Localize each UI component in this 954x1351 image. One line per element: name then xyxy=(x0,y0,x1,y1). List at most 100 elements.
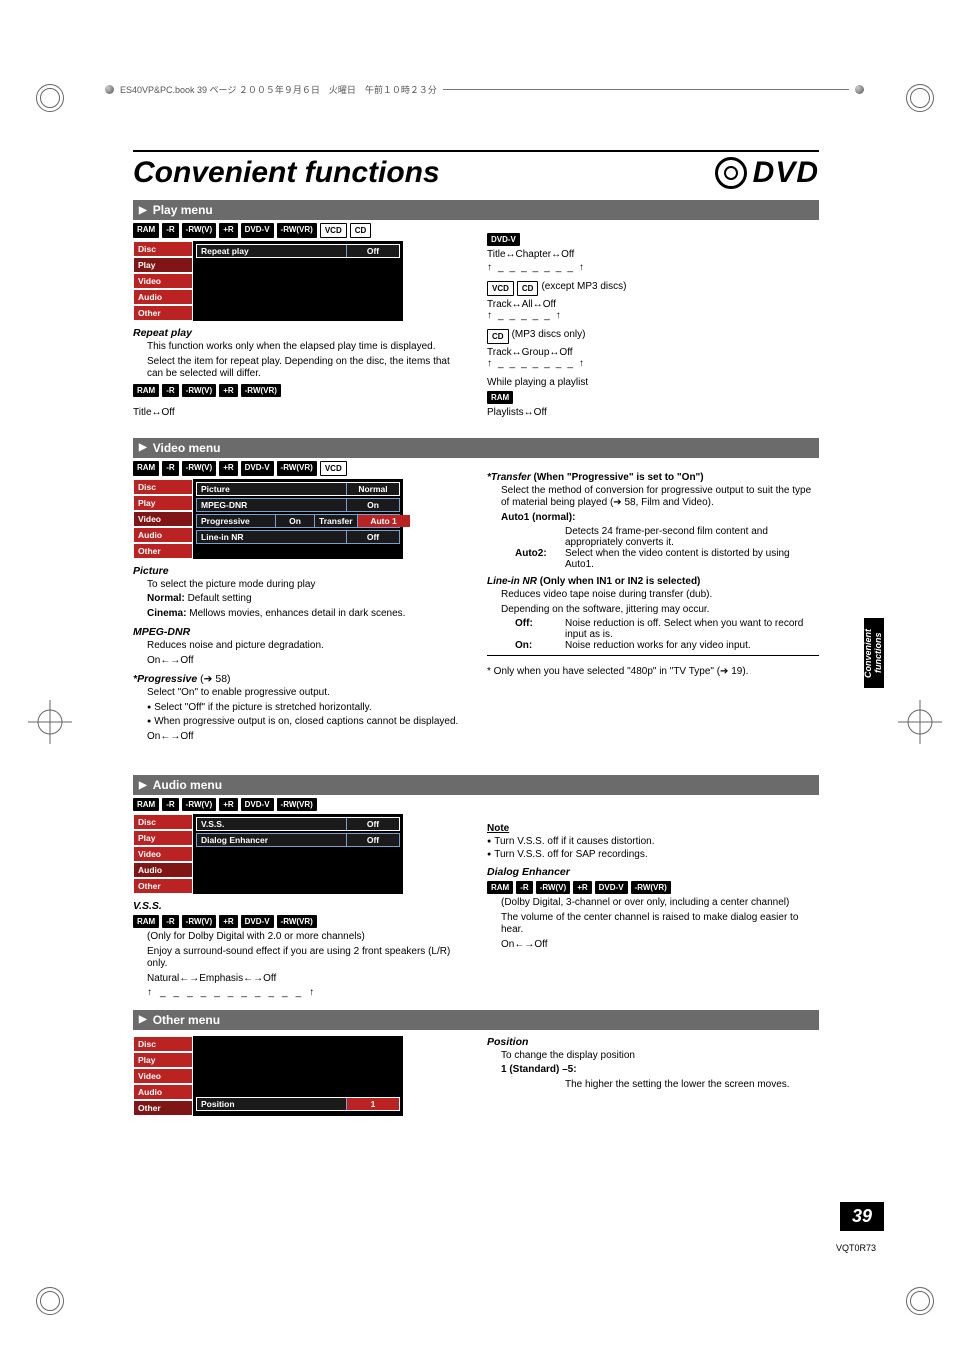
text: To select the picture mode during play xyxy=(147,579,465,592)
crop-mark xyxy=(28,700,72,744)
osd-label: Dialog Enhancer xyxy=(197,834,347,846)
osd-tab: Other xyxy=(133,543,193,559)
osd-tab: Play xyxy=(133,1052,193,1068)
badge-vcd: VCD xyxy=(487,281,514,296)
osd-value: On xyxy=(347,499,399,511)
de-badges: RAM -R -RW(V) +R DVD-V -RW(VR) xyxy=(487,881,819,894)
text: Noise reduction is off. Select when you … xyxy=(565,618,819,640)
page-number: 39 xyxy=(840,1202,884,1231)
badge: -RW(VR) xyxy=(277,798,317,811)
badge-dvd-v: DVD-V xyxy=(487,233,520,246)
badge: -RW(V) xyxy=(182,915,217,928)
osd-audio: Disc Play Video Audio Other V.S.S.Off Di… xyxy=(133,814,465,894)
osd-value: Off xyxy=(347,818,399,830)
heading-progressive: *Progressive (➔ 58) xyxy=(133,673,465,685)
label-standard: 1 (Standard) –5: xyxy=(501,1064,577,1075)
osd-tab-video: Video xyxy=(133,273,193,289)
label-auto2: Auto2: xyxy=(515,548,565,570)
text: Select "Off" if the picture is stretched… xyxy=(147,702,465,715)
badge: DVD-V xyxy=(595,881,628,894)
text: Enjoy a surround-sound effect if you are… xyxy=(147,946,465,971)
text: While playing a playlist xyxy=(487,377,819,388)
badge: RAM xyxy=(133,384,159,397)
badge: -RW(V) xyxy=(536,881,571,894)
text: (Only for Dolby Digital with 2.0 or more… xyxy=(147,931,465,944)
text: (except MP3 discs) xyxy=(541,281,626,296)
video-badges: RAM -R -RW(V) +R DVD-V -RW(VR) VCD xyxy=(133,461,465,476)
doc-code: VQT0R73 xyxy=(836,1243,876,1253)
crop-mark xyxy=(898,76,942,120)
osd-tab: Video xyxy=(133,511,193,527)
text: Select the method of conversion for prog… xyxy=(501,485,819,510)
crop-mark xyxy=(898,700,942,744)
section-audio-menu: ▶ Audio menu xyxy=(133,775,819,795)
osd-label: Progressive xyxy=(197,515,276,527)
printer-header: ES40VP&PC.book 39 ページ ２００５年９月６日 火曜日 午前１０… xyxy=(105,83,864,96)
footnote: * Only when you have selected "480p" in … xyxy=(487,666,819,677)
osd-label: Picture xyxy=(197,483,347,495)
section-title: Video menu xyxy=(153,441,221,455)
osd-label: V.S.S. xyxy=(197,818,347,830)
printer-header-text: ES40VP&PC.book 39 ページ ２００５年９月６日 火曜日 午前１０… xyxy=(120,83,437,96)
crop-mark xyxy=(28,76,72,120)
text: This function works only when the elapse… xyxy=(147,341,465,354)
bracket: ↑_______↑ xyxy=(487,262,819,273)
label-auto1: Auto1 (normal): xyxy=(501,512,575,523)
text: Select when the video content is distort… xyxy=(565,548,819,570)
badge-cd: CD xyxy=(487,329,509,344)
osd-label: MPEG-DNR xyxy=(197,499,347,511)
heading-vss: V.S.S. xyxy=(133,900,465,912)
badge-minus-rw-vr: -RW(VR) xyxy=(277,223,317,238)
heading-dialog-enhancer: Dialog Enhancer xyxy=(487,866,819,878)
osd-tab: Audio xyxy=(133,862,193,878)
badge: +R xyxy=(219,384,237,397)
osd-tab: Disc xyxy=(133,814,193,830)
heading-transfer: *Transfer xyxy=(487,472,531,483)
badge-ram: RAM xyxy=(133,223,159,238)
heading-line-in-nr: Line-in NR xyxy=(487,576,537,587)
osd-tab-audio: Audio xyxy=(133,289,193,305)
osd-video: Disc Play Video Audio Other PictureNorma… xyxy=(133,479,465,559)
badge-minus-rw-v: -RW(V) xyxy=(182,223,217,238)
text: On←→Off xyxy=(501,939,819,952)
osd-label: Position xyxy=(197,1098,347,1110)
text: Reduces noise and picture degradation. xyxy=(147,640,465,653)
text: Playlists↔Off xyxy=(487,407,819,418)
badge: -RW(VR) xyxy=(631,881,671,894)
bracket: ↑_______↑ xyxy=(487,358,819,369)
section-other-menu: ▶ Other menu xyxy=(133,1010,819,1030)
play-badges: RAM -R -RW(V) +R DVD-V -RW(VR) VCD CD xyxy=(133,223,465,238)
text: Mellows movies, enhances detail in dark … xyxy=(189,608,405,619)
badge: -R xyxy=(162,798,178,811)
badge: RAM xyxy=(133,915,159,928)
text: (MP3 discs only) xyxy=(512,329,586,344)
text: Reduces video tape noise during transfer… xyxy=(501,589,819,602)
osd-value: Off xyxy=(347,531,399,543)
badge-cd: CD xyxy=(517,281,539,296)
osd-tab: Video xyxy=(133,1068,193,1084)
badge-plus-r: +R xyxy=(219,223,237,238)
text: When progressive output is on, closed ca… xyxy=(147,716,465,729)
badge: +R xyxy=(219,798,237,811)
badge-vcd: VCD xyxy=(320,223,347,238)
osd-tab-play: Play xyxy=(133,257,193,273)
badge: VCD xyxy=(320,461,347,476)
text: Select the item for repeat play. Dependi… xyxy=(147,356,465,381)
heading-picture: Picture xyxy=(133,565,465,577)
section-title: Other menu xyxy=(153,1013,220,1027)
osd-value: Off xyxy=(347,834,399,846)
text: Track↔All↔Off xyxy=(487,299,819,310)
osd-tab: Other xyxy=(133,1100,193,1116)
osd-tab: Video xyxy=(133,846,193,862)
badge-ram: RAM xyxy=(487,391,513,404)
text: Natural←→Emphasis←→Off xyxy=(147,973,465,986)
section-play-menu: ▶ Play menu xyxy=(133,200,819,220)
text: Detects 24 frame-per-second film content… xyxy=(565,526,819,548)
osd-row-value: Off xyxy=(347,245,399,257)
heading-position: Position xyxy=(487,1036,819,1048)
osd-play: Disc Play Video Audio Other Repeat play … xyxy=(133,241,465,321)
play-icon: ▶ xyxy=(139,442,147,453)
badge: -RW(VR) xyxy=(277,915,317,928)
badge: -RW(VR) xyxy=(277,461,317,476)
osd-tab: Disc xyxy=(133,1036,193,1052)
